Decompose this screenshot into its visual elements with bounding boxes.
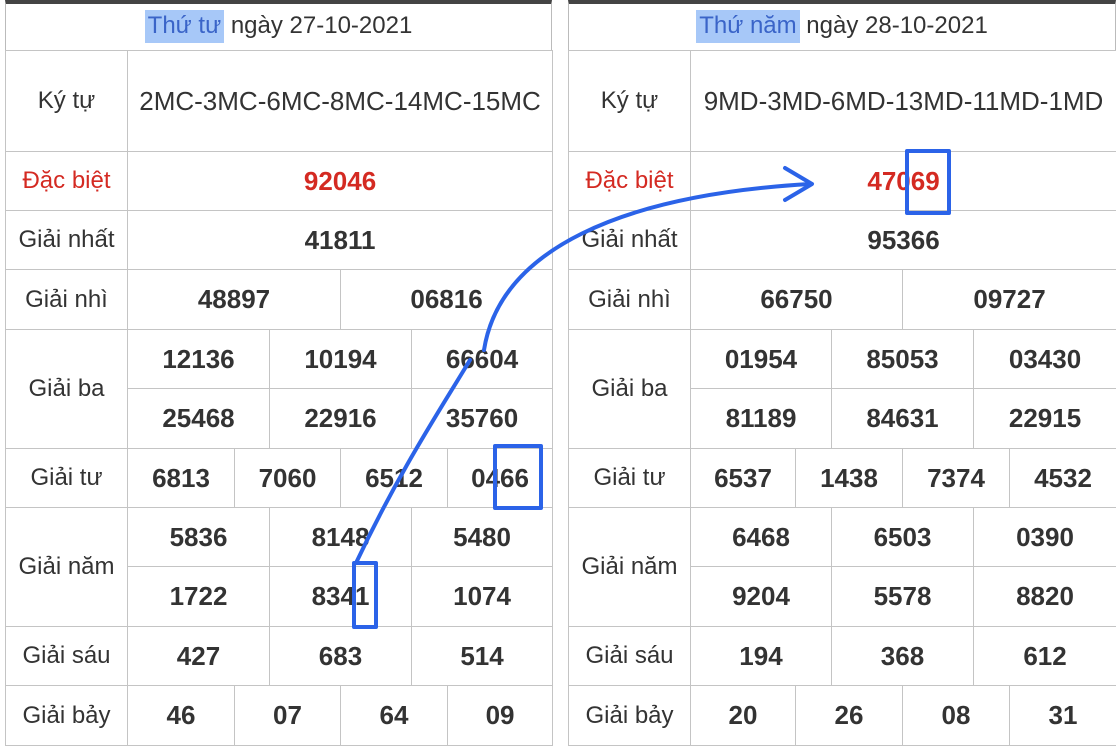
third-prize-value: 84631 [831,388,974,449]
fourth-prize-value: 4532 [1008,448,1116,508]
third-prize-value: 03430 [972,329,1116,389]
seventh-prize-value: 09 [446,685,554,746]
fifth-prize-value: 8820 [972,566,1116,627]
second-prize-value: 48897 [127,269,341,330]
second-prize-value: 06816 [339,269,554,330]
right-date-text: ngày 28-10-2021 [799,12,988,39]
fourth-prize-label: Giải tư [5,448,128,508]
fifth-prize-label: Giải năm [5,507,128,627]
fifth-prize-value: 8341 [269,566,412,627]
fifth-prize-value: 5578 [831,566,974,627]
fifth-prize-value: 5480 [410,507,554,567]
fourth-prize-value: 0466 [446,448,554,508]
fourth-prize-value: 6813 [127,448,235,508]
third-prize-value: 66604 [410,329,554,389]
fifth-prize-value: 1074 [410,566,554,627]
fifth-prize-value: 9204 [690,566,832,627]
fourth-prize-value: 6512 [340,448,448,508]
seventh-prize-value: 46 [127,685,235,746]
seventh-prize-label: Giải bảy [568,685,691,746]
fifth-prize-value: 8148 [269,507,412,567]
first-prize-label: Giải nhất [568,210,691,270]
right-result-table: Thứ năm ngày 28-10-2021 Ký tự 9MD-3MD-6M… [568,0,1116,749]
third-prize-value: 22916 [269,388,412,449]
left-weekday-highlight: Thứ tư [144,10,225,43]
third-prize-value: 12136 [127,329,270,389]
first-prize-value: 95366 [689,210,1116,270]
first-prize-value: 41811 [126,210,554,270]
seventh-prize-value: 07 [234,685,341,746]
ky-tu-label: Ký tự [5,50,128,152]
third-prize-value: 22915 [972,388,1116,449]
ky-tu-value: 9MD-3MD-6MD-13MD-11MD-1MD [689,50,1116,152]
second-prize-value: 09727 [901,269,1116,330]
third-prize-value: 81189 [690,388,832,449]
ky-tu-label: Ký tự [568,50,691,152]
sixth-prize-value: 514 [410,626,554,686]
special-prize-label: Đặc biệt [568,151,691,211]
seventh-prize-value: 26 [795,685,903,746]
special-prize-label: Đặc biệt [5,151,128,211]
sixth-prize-value: 194 [690,626,832,686]
seventh-prize-value: 64 [340,685,448,746]
special-prize-value: 92046 [126,151,554,211]
sixth-prize-value: 612 [972,626,1116,686]
fourth-prize-value: 6537 [690,448,796,508]
second-prize-label: Giải nhì [568,269,691,330]
third-prize-value: 10194 [269,329,412,389]
third-prize-value: 01954 [690,329,832,389]
second-prize-label: Giải nhì [5,269,128,330]
seventh-prize-value: 31 [1008,685,1116,746]
fourth-prize-value: 7374 [902,448,1010,508]
right-date-header: Thứ năm ngày 28-10-2021 [568,0,1116,50]
sixth-prize-label: Giải sáu [568,626,691,686]
third-prize-label: Giải ba [5,329,128,449]
third-prize-value: 35760 [410,388,554,449]
fourth-prize-value: 1438 [795,448,903,508]
fourth-prize-label: Giải tư [568,448,691,508]
left-result-table: Thứ tư ngày 27-10-2021 Ký tự 2MC-3MC-6MC… [5,0,554,749]
second-prize-value: 66750 [690,269,903,330]
ky-tu-value: 2MC-3MC-6MC-8MC-14MC-15MC [126,50,554,152]
special-prize-value: 47069 [689,151,1116,211]
first-prize-label: Giải nhất [5,210,128,270]
fifth-prize-label: Giải năm [568,507,691,627]
left-date-text: ngày 27-10-2021 [224,12,413,39]
seventh-prize-label: Giải bảy [5,685,128,746]
right-weekday-highlight: Thứ năm [696,10,800,43]
fifth-prize-value: 6468 [690,507,832,567]
third-prize-value: 85053 [831,329,974,389]
fifth-prize-value: 6503 [831,507,974,567]
sixth-prize-value: 427 [127,626,270,686]
fifth-prize-value: 0390 [972,507,1116,567]
third-prize-label: Giải ba [568,329,691,449]
sixth-prize-value: 683 [269,626,412,686]
fourth-prize-value: 7060 [234,448,341,508]
sixth-prize-label: Giải sáu [5,626,128,686]
seventh-prize-value: 20 [690,685,796,746]
seventh-prize-value: 08 [902,685,1010,746]
fifth-prize-value: 1722 [127,566,270,627]
fifth-prize-value: 5836 [127,507,270,567]
third-prize-value: 25468 [127,388,270,449]
left-date-header: Thứ tư ngày 27-10-2021 [5,0,552,50]
sixth-prize-value: 368 [831,626,974,686]
